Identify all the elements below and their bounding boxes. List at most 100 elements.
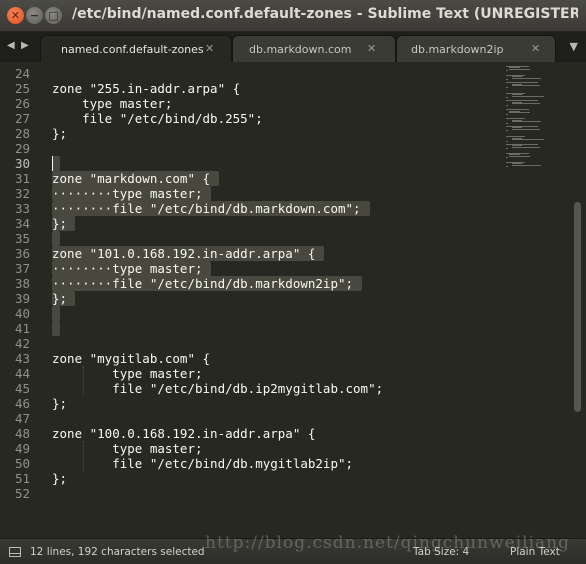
minimap-line [506,122,508,124]
code-line: type master; [52,441,203,456]
code-line: }; [52,126,68,141]
maximize-icon: □ [48,9,59,22]
code-line: file "/etc/bind/db.ip2mygitlab.com"; [52,381,384,396]
minimap-line [506,140,508,142]
tab-label: db.markdown2ip [411,43,504,56]
minimap-line [506,130,508,131]
code-line: type master; [52,366,203,381]
code-line: ········file "/etc/bind/db.markdown2ip"; [52,276,354,291]
minimap-line [511,164,542,166]
minimap-line [508,68,531,70]
code-line: ········type master; [52,186,203,201]
code-line: }; [52,471,68,486]
minimap-line [511,85,541,86]
line-number: 51 [14,471,30,486]
code-line: file "/etc/bind/db.mygitlab2ip"; [52,456,354,471]
line-number: 41 [14,321,30,336]
minimap-line [506,86,508,88]
minimap-line [511,128,541,130]
selection-info: 12 lines, 192 characters selected [30,546,205,558]
minimap-line [511,146,541,148]
editor-area[interactable]: 24 25 26 27 28 29 30 31 32 33 34 35 36 37 38 39 40 41 42 43… [0,62,586,538]
line-number: 24 [14,66,30,81]
line-number: 26 [14,96,30,111]
code-text[interactable]: zone "255.in-addr.arpa" { type master; f… [52,62,506,538]
line-number: 44 [14,366,30,381]
code-line: ········type master; [52,261,203,276]
minimap-line [511,121,542,122]
code-line: }; [52,396,68,411]
tab-menu-icon[interactable]: ▼ [570,40,578,53]
line-number: 52 [14,486,30,501]
minimap-line [511,103,541,104]
line-number: 37 [14,261,30,276]
line-number: 40 [14,306,30,321]
close-window-button[interactable]: ✕ [7,7,24,24]
code-line: zone "255.in-addr.arpa" { [52,81,241,96]
minimap-line [506,157,508,158]
line-number: 49 [14,441,30,456]
text-caret [52,156,53,171]
minimap[interactable] [506,62,566,182]
line-number: 42 [14,336,30,351]
line-number: 50 [14,456,30,471]
line-number: 27 [14,111,30,126]
minimap-line [511,95,544,97]
tab-db-markdown-com[interactable]: db.markdown.com ✕ [232,35,396,62]
line-number: 34 [14,216,30,231]
line-number: 38 [14,276,30,291]
tab-next-icon[interactable]: ▶ [21,40,29,51]
tab-bar: ◀ ▶ named.conf.default-zones ✕ db.markdo… [0,32,586,62]
tab-close-icon[interactable]: ✕ [531,42,540,55]
minimap-line [506,166,508,167]
line-number: 28 [14,126,30,141]
window-title: /etc/bind/named.conf.default-zones - Sub… [72,6,578,22]
code-line: }; [52,216,68,231]
line-number: 25 [14,81,30,96]
tab-prev-icon[interactable]: ◀ [7,40,15,51]
minimap-line [506,113,508,115]
code-line: zone "mygitlab.com" { [52,351,211,366]
line-number: 36 [14,246,30,261]
minimap-line [506,70,508,71]
tab-close-icon[interactable]: ✕ [205,42,214,55]
line-number: 29 [14,141,30,156]
panel-toggle-icon[interactable] [9,547,21,557]
scrollbar-thumb[interactable] [574,202,581,412]
line-number: 31 [14,171,30,186]
line-number: 30 [14,156,30,171]
line-number: 47 [14,411,30,426]
code-line: zone "101.0.168.192.in-addr.arpa" { [52,246,316,261]
line-number: 48 [14,426,30,441]
tab-db-markdown2ip[interactable]: db.markdown2ip ✕ [396,35,556,62]
minimap-line [511,139,544,140]
close-icon: ✕ [10,9,21,22]
minimap-line [508,155,531,157]
tab-close-icon[interactable]: ✕ [367,42,376,55]
line-number-gutter: 24 25 26 27 28 29 30 31 32 33 34 35 36 37 38 39 40 41 42 43… [0,62,42,538]
minimize-window-button[interactable]: − [26,7,43,24]
minimap-line [506,104,508,106]
minimap-line [506,97,508,98]
minimap-line [506,148,508,149]
line-number: 32 [14,186,30,201]
line-number: 46 [14,396,30,411]
tab-label: db.markdown.com [249,43,352,56]
code-line: type master; [52,96,173,111]
tab-named-conf-default-zones[interactable]: named.conf.default-zones ✕ [40,35,232,62]
maximize-window-button[interactable]: □ [45,7,62,24]
line-number: 33 [14,201,30,216]
minimize-icon: − [29,9,40,22]
line-number: 43 [14,351,30,366]
code-line: }; [52,291,68,306]
code-line: zone "100.0.168.192.in-addr.arpa" { [52,426,316,441]
minimap-line [511,77,542,79]
line-number: 45 [14,381,30,396]
title-bar: ✕ − □ /etc/bind/named.conf.default-zones… [0,0,586,32]
minimap-line [506,79,508,80]
tab-label: named.conf.default-zones [61,43,204,56]
minimap-line [508,112,531,113]
line-number: 39 [14,291,30,306]
watermark-text: http://blog.csdn.net/qingchunweiliang [205,533,570,553]
vertical-scrollbar[interactable] [571,62,585,538]
